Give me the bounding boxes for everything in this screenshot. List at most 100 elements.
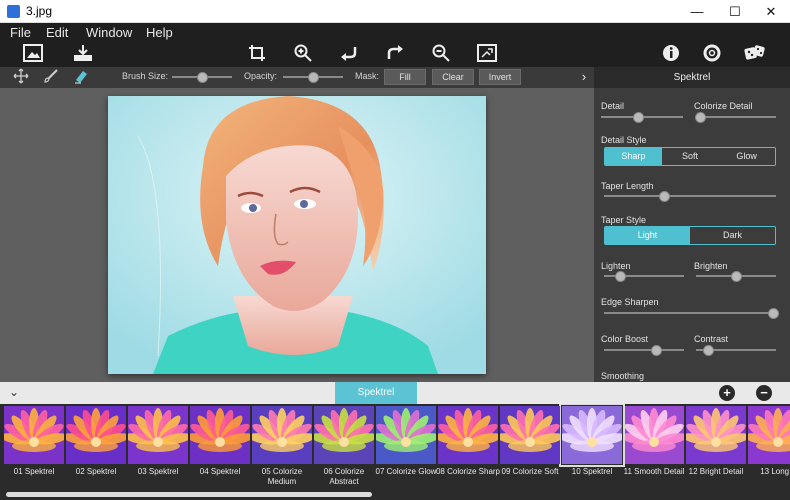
detail-style-glow[interactable]: Glow — [718, 148, 775, 165]
redo-icon[interactable] — [384, 44, 406, 64]
brush-size-slider[interactable] — [172, 72, 232, 83]
edge-sharpen-slider[interactable] — [604, 308, 779, 319]
colorize-detail-slider[interactable] — [695, 112, 776, 123]
preset-thumbnail-image — [4, 406, 64, 464]
taper-style-light[interactable]: Light — [605, 227, 690, 244]
preset-thumbnail-image — [314, 406, 374, 464]
preset-thumbnail[interactable]: 10 Spektrel — [559, 404, 625, 492]
preset-thumbnail-image — [500, 406, 560, 464]
menu-window[interactable]: Window — [86, 25, 132, 40]
mask-invert-button[interactable]: Invert — [479, 69, 521, 85]
collapse-chevron-icon[interactable]: ⌄ — [9, 385, 19, 399]
close-button[interactable]: ✕ — [752, 0, 790, 23]
preset-thumbnail-label: 03 Spektrel — [137, 467, 179, 476]
preset-thumbnail-image — [438, 406, 498, 464]
preset-thumbnail-label: 08 Colorize Sharp — [435, 467, 501, 476]
preset-thumbnail[interactable]: 12 Bright Detail — [686, 406, 746, 492]
preset-thumbnail-label: 02 Spektrel — [75, 467, 117, 476]
preset-thumbnail-image — [624, 406, 684, 464]
crop-icon[interactable] — [246, 44, 268, 64]
contrast-label: Contrast — [694, 334, 729, 344]
menu-edit[interactable]: Edit — [46, 25, 68, 40]
taper-style-selector: Light Dark — [604, 226, 776, 245]
contrast-slider[interactable] — [696, 345, 776, 356]
preset-thumbnail[interactable]: 01 Spektrel — [4, 406, 64, 492]
window-title: 3.jpg — [26, 4, 53, 18]
brush-toolbar: Brush Size: Opacity: Mask: Fill Clear In… — [0, 67, 594, 88]
minimize-button[interactable]: — — [678, 0, 716, 23]
taper-style-dark[interactable]: Dark — [690, 227, 775, 244]
preset-thumbnail[interactable]: 13 Long L — [748, 406, 790, 492]
opacity-label: Opacity: — [244, 71, 278, 81]
fit-to-screen-icon[interactable] — [476, 44, 498, 64]
remove-preset-icon[interactable]: − — [756, 385, 772, 401]
mask-label: Mask: — [355, 71, 380, 81]
preset-thumbnail[interactable]: 03 Spektrel — [128, 406, 188, 492]
menu-help[interactable]: Help — [146, 25, 173, 40]
colorize-detail-label: Colorize Detail — [694, 101, 753, 111]
preset-thumbnail-image — [686, 406, 746, 464]
maximize-button[interactable]: ☐ — [716, 0, 754, 23]
move-tool-icon[interactable] — [12, 68, 30, 86]
info-icon[interactable] — [660, 44, 682, 64]
preset-thumbnail[interactable]: 09 Colorize Soft — [500, 406, 560, 492]
detail-slider[interactable] — [601, 112, 683, 123]
undo-icon[interactable] — [338, 44, 360, 64]
preset-thumbnail[interactable]: 04 Spektrel — [190, 406, 250, 492]
chevron-right-icon[interactable]: › — [575, 68, 593, 86]
mask-fill-button[interactable]: Fill — [384, 69, 426, 85]
save-icon[interactable] — [72, 44, 94, 64]
title-bar: 3.jpg — ☐ ✕ — [0, 0, 790, 23]
lighten-slider[interactable] — [604, 271, 684, 282]
preset-thumbnail[interactable]: 05 Colorize Medium — [252, 406, 312, 492]
zoom-out-icon[interactable] — [430, 44, 452, 64]
preset-thumbnail-label: 11 Smooth Detail — [623, 467, 685, 476]
main-toolbar — [0, 42, 790, 67]
preset-thumbnail-label: 10 Spektrel — [571, 467, 613, 476]
settings-panel: Spektrel Detail Colorize Detail Detail S… — [594, 67, 790, 382]
brush-size-label: Brush Size: — [122, 71, 169, 81]
color-boost-label: Color Boost — [601, 334, 649, 344]
preset-thumbnail-label: 12 Bright Detail — [688, 467, 744, 476]
detail-style-selector: Sharp Soft Glow — [604, 147, 776, 166]
detail-style-sharp[interactable]: Sharp — [605, 148, 662, 165]
preset-thumbnail[interactable]: 02 Spektrel — [66, 406, 126, 492]
preset-thumbnail-label: 09 Colorize Soft — [501, 467, 559, 476]
menu-file[interactable]: File — [10, 25, 31, 40]
preset-thumbnail[interactable]: 07 Colorize Glow — [376, 406, 436, 492]
mask-clear-button[interactable]: Clear — [432, 69, 474, 85]
smoothing-label: Smoothing — [601, 371, 645, 381]
preset-thumbnail-label: 07 Colorize Glow — [375, 467, 437, 476]
taper-style-label: Taper Style — [601, 215, 647, 225]
edited-photo — [108, 96, 486, 374]
eraser-tool-icon[interactable] — [72, 68, 90, 86]
preset-category-tab[interactable]: Spektrel — [335, 382, 417, 404]
detail-style-label: Detail Style — [601, 135, 647, 145]
preset-thumbnail-label: 01 Spektrel — [13, 467, 55, 476]
preset-thumbnail-label: 04 Spektrel — [199, 467, 241, 476]
preset-thumbnail[interactable]: 08 Colorize Sharp — [436, 406, 500, 492]
brush-tool-icon[interactable] — [42, 68, 60, 86]
preset-thumbnail[interactable]: 06 Colorize Abstract — [314, 406, 374, 492]
app-icon — [7, 5, 20, 18]
preset-strip: 13 Long L 12 Bright Detail11 Smooth Detai… — [0, 404, 790, 500]
random-dice-icon[interactable] — [744, 44, 766, 64]
color-boost-slider[interactable] — [604, 345, 684, 356]
detail-style-soft[interactable]: Soft — [661, 148, 719, 165]
taper-length-slider[interactable] — [604, 191, 776, 202]
preset-thumbnail[interactable]: 11 Smooth Detail — [624, 406, 684, 492]
preset-thumbnail-image — [748, 406, 790, 464]
preset-thumbnail-label: 06 Colorize Abstract — [323, 467, 365, 486]
add-preset-icon[interactable]: + — [719, 385, 735, 401]
preset-thumbnail-image — [128, 406, 188, 464]
opacity-slider[interactable] — [283, 72, 343, 83]
image-canvas[interactable] — [0, 88, 594, 382]
panel-title: Spektrel — [594, 67, 790, 88]
open-image-icon[interactable] — [22, 44, 44, 64]
help-lifebuoy-icon[interactable] — [701, 44, 723, 64]
preset-strip-header: ⌄ Spektrel + − — [0, 382, 790, 404]
brighten-slider[interactable] — [696, 271, 776, 282]
preset-scrollbar[interactable] — [6, 492, 372, 497]
zoom-in-icon[interactable] — [292, 44, 314, 64]
app-window: 3.jpg — ☐ ✕ File Edit Window Help Brush … — [0, 0, 790, 500]
